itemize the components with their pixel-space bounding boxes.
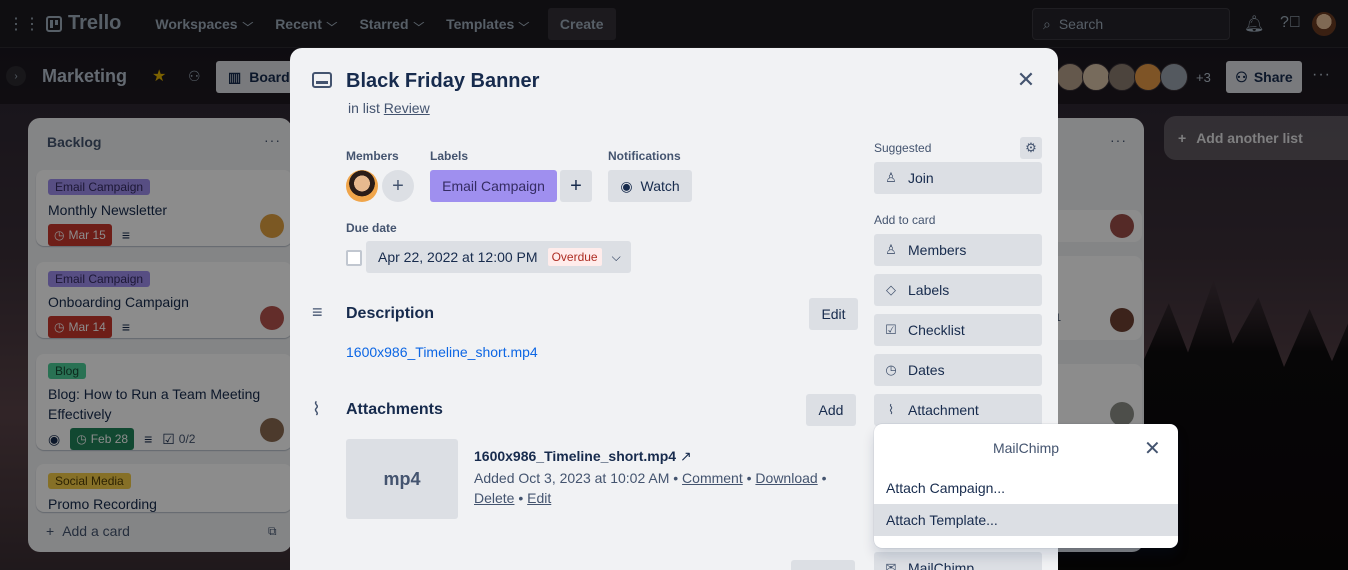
attach-template-item[interactable]: Attach Template... [874, 504, 1178, 536]
sidebar-checklist-button[interactable]: ☑ Checklist [874, 314, 1042, 346]
label-chip[interactable]: Email Campaign [430, 170, 557, 202]
add-to-card-label: Add to card [874, 213, 936, 227]
attachment-name[interactable]: 1600x986_Timeline_short.mp4 ↗ [474, 448, 692, 465]
sidebar-attachment-button[interactable]: ⌇ Attachment [874, 394, 1042, 426]
attachment-added: Added Oct 3, 2023 at 10:02 AM [474, 470, 670, 486]
clock-icon: ◷ [885, 362, 897, 377]
add-member-button[interactable]: + [382, 170, 414, 202]
in-list-prefix: in list [348, 100, 380, 116]
attach-campaign-item[interactable]: Attach Campaign... [874, 472, 1178, 504]
list-link[interactable]: Review [384, 100, 430, 116]
attachments-heading: Attachments [346, 401, 443, 418]
card-icon [312, 72, 332, 88]
checklist-icon: ☑ [885, 322, 897, 337]
notifications-label: Notifications [608, 149, 681, 163]
gear-icon[interactable]: ⚙ [1020, 137, 1042, 159]
avatar[interactable] [346, 170, 378, 202]
tag-icon: ◇ [886, 282, 896, 297]
join-button[interactable]: ♙ Join [874, 162, 1042, 194]
popover-title: MailChimp [992, 440, 1060, 456]
description-link[interactable]: 1600x986_Timeline_short.mp4 [346, 344, 538, 360]
attachment-thumbnail[interactable]: mp4 [346, 439, 458, 519]
sidebar-checklist-label: Checklist [908, 322, 965, 338]
partial-button[interactable] [791, 560, 855, 570]
eye-icon: ◉ [620, 177, 633, 194]
sidebar-attachment-label: Attachment [908, 402, 979, 418]
add-attachment-button[interactable]: Add [806, 394, 856, 426]
description-heading: Description [346, 305, 435, 322]
sidebar-mailchimp-label: MailChimp [908, 560, 975, 570]
sidebar-labels-label: Labels [908, 282, 950, 298]
attachment-edit-link[interactable]: Edit [527, 490, 551, 506]
labels-label: Labels [430, 149, 469, 163]
add-label-button[interactable]: + [560, 170, 592, 202]
members-label: Members [346, 149, 399, 163]
attachment-delete-link[interactable]: Delete [474, 490, 514, 506]
close-icon[interactable]: ✕ [1144, 436, 1161, 461]
sidebar-labels-button[interactable]: ◇ Labels [874, 274, 1042, 306]
sidebar-members-label: Members [908, 242, 967, 258]
due-complete-checkbox[interactable] [346, 250, 362, 266]
paperclip-icon: ⌇ [312, 399, 321, 419]
due-date-label: Due date [346, 221, 397, 235]
attachment-download-link[interactable]: Download [755, 470, 817, 486]
join-label: Join [908, 170, 934, 186]
suggested-label: Suggested [874, 141, 932, 155]
close-icon[interactable]: ✕ [1012, 66, 1040, 94]
edit-description-button[interactable]: Edit [809, 298, 858, 330]
card-list-info: in list Review [348, 100, 430, 116]
watch-button[interactable]: ◉ Watch [608, 170, 692, 202]
sidebar-dates-label: Dates [908, 362, 945, 378]
person-icon: ♙ [885, 242, 897, 257]
watch-label: Watch [640, 178, 680, 194]
attachment-meta: Added Oct 3, 2023 at 10:02 AM • Comment … [474, 470, 827, 506]
sidebar-dates-button[interactable]: ◷ Dates [874, 354, 1042, 386]
mailchimp-icon: ✉ [885, 560, 897, 570]
paperclip-icon: ⌇ [887, 402, 895, 417]
chevron-down-icon: ⌵ [611, 249, 621, 264]
person-icon: ♙ [885, 170, 897, 185]
mailchimp-popover: MailChimp ✕ Attach Campaign... Attach Te… [874, 424, 1178, 548]
due-date-button[interactable]: Apr 22, 2022 at 12:00 PM Overdue ⌵ [366, 241, 631, 273]
due-date-value: Apr 22, 2022 at 12:00 PM [378, 249, 538, 265]
card-title[interactable]: Black Friday Banner [346, 70, 539, 93]
attachment-name-text: 1600x986_Timeline_short.mp4 [474, 448, 677, 464]
sidebar-mailchimp-button[interactable]: ✉ MailChimp [874, 552, 1042, 570]
external-link-icon: ↗ [679, 448, 692, 464]
overdue-badge: Overdue [547, 248, 602, 266]
attachment-comment-link[interactable]: Comment [682, 470, 743, 486]
description-icon: ≡ [312, 302, 323, 322]
sidebar-members-button[interactable]: ♙ Members [874, 234, 1042, 266]
